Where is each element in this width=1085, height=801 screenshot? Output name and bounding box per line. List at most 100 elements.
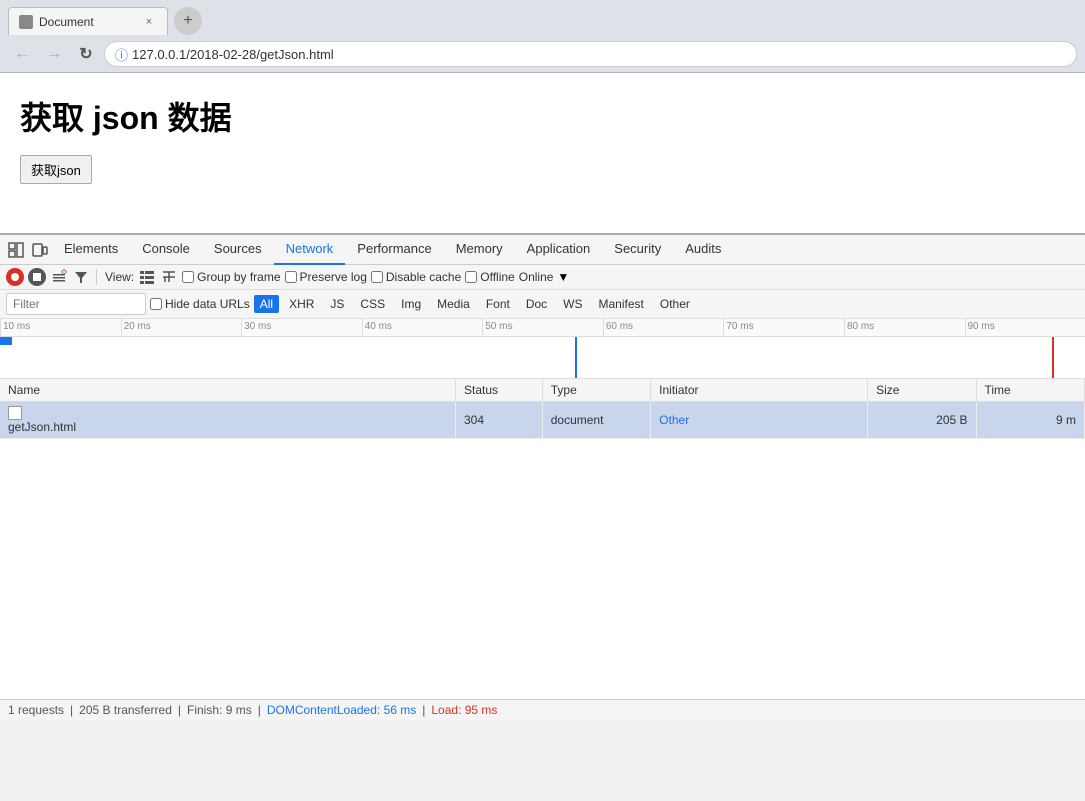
tab-performance[interactable]: Performance (345, 235, 443, 265)
separator-1: | (70, 703, 73, 717)
tab-application[interactable]: Application (515, 235, 603, 265)
filter-toggle-button[interactable] (72, 268, 90, 286)
throttle-dropdown-icon[interactable]: ▼ (557, 270, 569, 284)
view-label: View: (105, 270, 134, 284)
col-name[interactable]: Name (0, 379, 455, 402)
filter-input[interactable] (6, 293, 146, 315)
row-size-cell: 205 B (868, 402, 976, 439)
tab-memory[interactable]: Memory (444, 235, 515, 265)
filter-type-js[interactable]: JS (324, 295, 350, 313)
secure-icon: ⓘ (115, 45, 128, 64)
timeline-ruler: 10 ms 20 ms 30 ms 40 ms 50 ms 60 ms 70 m… (0, 319, 1085, 337)
col-type[interactable]: Type (542, 379, 650, 402)
separator-2: | (178, 703, 181, 717)
table-header-row: Name Status Type Initiator Size Time (0, 379, 1085, 402)
row-name-cell: getJson.html (0, 402, 455, 439)
tick-80ms: 80 ms (844, 319, 965, 336)
filter-type-css[interactable]: CSS (354, 295, 391, 313)
col-initiator[interactable]: Initiator (651, 379, 868, 402)
tick-90ms: 90 ms (965, 319, 1085, 336)
new-tab-button[interactable]: + (174, 7, 202, 35)
browser-chrome: Document × + ← → ↻ ⓘ 127.0.0.1/2018-02-2… (0, 0, 1085, 73)
devtools-inspect-icon[interactable] (4, 238, 28, 262)
tick-40ms: 40 ms (362, 319, 483, 336)
col-status[interactable]: Status (455, 379, 542, 402)
view-waterfall-icon[interactable] (160, 268, 178, 286)
tab-elements[interactable]: Elements (52, 235, 130, 265)
forward-button[interactable]: → (40, 40, 68, 68)
transferred-size: 205 B transferred (79, 703, 172, 717)
group-by-frame-checkbox[interactable]: Group by frame (182, 270, 280, 284)
filter-type-manifest[interactable]: Manifest (593, 295, 650, 313)
record-button[interactable] (6, 268, 24, 286)
row-time-cell: 9 m (976, 402, 1085, 439)
table-row[interactable]: getJson.html 304 document Other 205 B 9 … (0, 402, 1085, 439)
network-table-container: Name Status Type Initiator Size Time get… (0, 379, 1085, 699)
filter-bar: Hide data URLs All XHR JS CSS Img Media … (0, 290, 1085, 319)
row-status-cell: 304 (455, 402, 542, 439)
devtools-panel: Elements Console Sources Network Perform… (0, 233, 1085, 720)
tab-security[interactable]: Security (602, 235, 673, 265)
preserve-log-checkbox[interactable]: Preserve log (285, 270, 367, 284)
offline-checkbox[interactable]: Offline (465, 270, 514, 284)
stop-button[interactable] (28, 268, 46, 286)
filter-type-font[interactable]: Font (480, 295, 516, 313)
domcontent-loaded-line (575, 337, 577, 379)
timeline-body (0, 337, 1085, 379)
timeline-position-indicator (0, 337, 12, 345)
tick-30ms: 30 ms (241, 319, 362, 336)
tick-20ms: 20 ms (121, 319, 242, 336)
tick-60ms: 60 ms (603, 319, 724, 336)
tab-favicon (19, 15, 33, 29)
clear-button[interactable] (50, 268, 68, 286)
tab-network[interactable]: Network (274, 235, 346, 265)
col-size[interactable]: Size (868, 379, 976, 402)
disable-cache-checkbox[interactable]: Disable cache (371, 270, 461, 284)
tab-audits[interactable]: Audits (673, 235, 733, 265)
hide-data-urls-checkbox[interactable]: Hide data URLs (150, 297, 250, 311)
filter-type-media[interactable]: Media (431, 295, 476, 313)
tab-console[interactable]: Console (130, 235, 202, 265)
address-bar-row: ← → ↻ ⓘ 127.0.0.1/2018-02-28/getJson.htm… (0, 36, 1085, 72)
filter-type-ws[interactable]: WS (557, 295, 588, 313)
address-bar[interactable]: ⓘ 127.0.0.1/2018-02-28/getJson.html (104, 41, 1077, 67)
page-title: 获取 json 数据 (20, 93, 1065, 139)
filter-type-xhr[interactable]: XHR (283, 295, 320, 313)
network-toolbar: View: Group by frame (0, 265, 1085, 290)
active-tab[interactable]: Document × (8, 7, 168, 35)
tab-title: Document (39, 15, 135, 29)
devtools-device-icon[interactable] (28, 238, 52, 262)
refresh-button[interactable]: ↻ (72, 40, 100, 68)
filter-type-doc[interactable]: Doc (520, 295, 553, 313)
requests-count: 1 requests (8, 703, 64, 717)
tab-sources[interactable]: Sources (202, 235, 274, 265)
filter-type-other[interactable]: Other (654, 295, 696, 313)
filter-type-img[interactable]: Img (395, 295, 427, 313)
tick-10ms: 10 ms (0, 319, 121, 336)
row-type-cell: document (542, 402, 650, 439)
back-button[interactable]: ← (8, 40, 36, 68)
file-icon (8, 406, 22, 420)
toolbar-divider (96, 269, 97, 285)
devtools-tab-bar: Elements Console Sources Network Perform… (0, 235, 1085, 265)
load-time: Load: 95 ms (431, 703, 497, 717)
fetch-json-button[interactable]: 获取json (20, 155, 92, 184)
online-label: Online (519, 270, 554, 284)
row-initiator-cell: Other (651, 402, 868, 439)
tab-bar: Document × + (0, 0, 1085, 36)
tick-70ms: 70 ms (723, 319, 844, 336)
tick-50ms: 50 ms (482, 319, 603, 336)
address-text: 127.0.0.1/2018-02-28/getJson.html (132, 47, 334, 62)
page-content: 获取 json 数据 获取json (0, 73, 1085, 233)
network-table: Name Status Type Initiator Size Time get… (0, 379, 1085, 439)
network-timeline: 10 ms 20 ms 30 ms 40 ms 50 ms 60 ms 70 m… (0, 319, 1085, 379)
separator-4: | (422, 703, 425, 717)
domcontent-time: DOMContentLoaded: 56 ms (267, 703, 416, 717)
tab-close-button[interactable]: × (141, 14, 157, 30)
status-bar: 1 requests | 205 B transferred | Finish:… (0, 699, 1085, 720)
view-list-icon[interactable] (138, 268, 156, 286)
load-line (1052, 337, 1054, 379)
col-time[interactable]: Time (976, 379, 1085, 402)
filter-type-all[interactable]: All (254, 295, 279, 313)
finish-time: Finish: 9 ms (187, 703, 252, 717)
